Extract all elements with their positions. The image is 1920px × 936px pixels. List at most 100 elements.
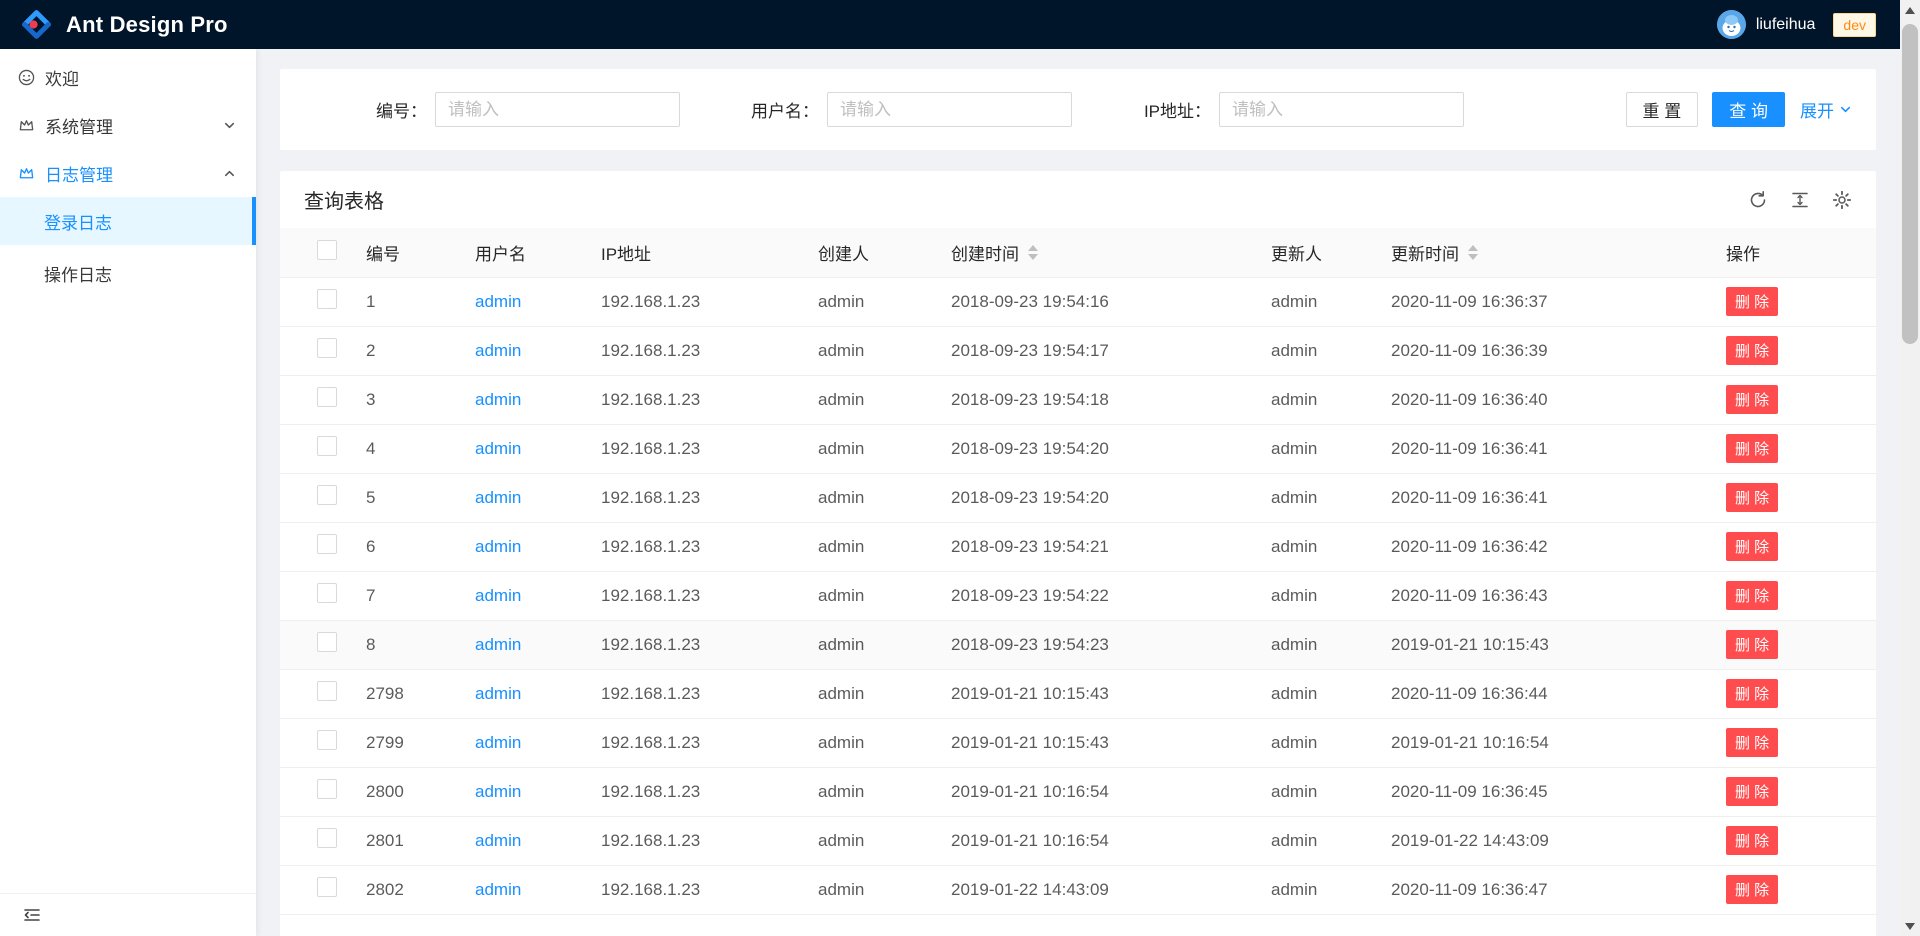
- username-link[interactable]: admin: [475, 439, 521, 458]
- app-header: Ant Design Pro liufeihua dev: [0, 0, 1900, 49]
- cell-ip: 192.168.1.23: [585, 277, 802, 326]
- delete-button[interactable]: 删 除: [1726, 532, 1778, 561]
- delete-button[interactable]: 删 除: [1726, 434, 1778, 463]
- row-checkbox[interactable]: [317, 338, 337, 358]
- cell-ip: 192.168.1.23: [585, 816, 802, 865]
- scrollbar-down-icon[interactable]: [1900, 916, 1920, 936]
- cell-id: 2798: [350, 669, 459, 718]
- sidebar-item-system-management[interactable]: 系统管理: [0, 105, 256, 145]
- delete-button[interactable]: 删 除: [1726, 336, 1778, 365]
- cell-id: 4: [350, 424, 459, 473]
- delete-button[interactable]: 删 除: [1726, 728, 1778, 757]
- cell-ip: 192.168.1.23: [585, 767, 802, 816]
- sort-carets-icon[interactable]: [1468, 245, 1478, 260]
- delete-button[interactable]: 删 除: [1726, 630, 1778, 659]
- density-icon[interactable]: [1790, 190, 1810, 210]
- sidebar-collapse-button[interactable]: [0, 893, 256, 936]
- column-header-updated-time[interactable]: 更新时间: [1375, 228, 1710, 277]
- cell-updater: admin: [1255, 571, 1375, 620]
- table-row: 2801 admin 192.168.1.23 admin 2019-01-21…: [280, 816, 1876, 865]
- sidebar-item-operation-log[interactable]: 操作日志: [0, 249, 256, 297]
- table-row: 3 admin 192.168.1.23 admin 2018-09-23 19…: [280, 375, 1876, 424]
- cell-created-time: 2019-01-21 10:15:43: [935, 669, 1255, 718]
- cell-ip: 192.168.1.23: [585, 718, 802, 767]
- delete-button[interactable]: 删 除: [1726, 875, 1778, 904]
- user-avatar[interactable]: [1717, 10, 1746, 39]
- username-link[interactable]: admin: [475, 537, 521, 556]
- username-link[interactable]: admin: [475, 831, 521, 850]
- username-link[interactable]: admin: [475, 341, 521, 360]
- username-link[interactable]: admin: [475, 390, 521, 409]
- app-logo[interactable]: Ant Design Pro: [20, 8, 228, 41]
- username-link[interactable]: admin: [475, 684, 521, 703]
- cell-creator: admin: [802, 326, 935, 375]
- row-checkbox[interactable]: [317, 534, 337, 554]
- username-link[interactable]: admin: [475, 586, 521, 605]
- username-field[interactable]: [827, 92, 1072, 127]
- row-checkbox[interactable]: [317, 877, 337, 897]
- sidebar-item-welcome[interactable]: 欢迎: [0, 57, 256, 97]
- delete-button[interactable]: 删 除: [1726, 483, 1778, 512]
- table-row: 5 admin 192.168.1.23 admin 2018-09-23 19…: [280, 473, 1876, 522]
- delete-button[interactable]: 删 除: [1726, 777, 1778, 806]
- row-checkbox[interactable]: [317, 387, 337, 407]
- username[interactable]: liufeihua: [1756, 16, 1816, 34]
- cell-updated-time: 2020-11-09 16:36:45: [1375, 767, 1710, 816]
- row-checkbox[interactable]: [317, 828, 337, 848]
- expand-button[interactable]: 展开: [1800, 97, 1852, 122]
- table-row: 2802 admin 192.168.1.23 admin 2019-01-22…: [280, 865, 1876, 914]
- cell-creator: admin: [802, 424, 935, 473]
- delete-button[interactable]: 删 除: [1726, 679, 1778, 708]
- sidebar-item-login-log[interactable]: 登录日志: [0, 197, 256, 245]
- row-checkbox[interactable]: [317, 583, 337, 603]
- cell-updater: admin: [1255, 620, 1375, 669]
- row-checkbox[interactable]: [317, 632, 337, 652]
- reset-button[interactable]: 重 置: [1626, 92, 1699, 127]
- main-content: 编号： 用户名： IP地址： 重 置 查 询 展开 查询表格: [256, 49, 1900, 936]
- row-checkbox[interactable]: [317, 681, 337, 701]
- cell-ip: 192.168.1.23: [585, 473, 802, 522]
- row-checkbox[interactable]: [317, 289, 337, 309]
- ip-field[interactable]: [1219, 92, 1464, 127]
- delete-button[interactable]: 删 除: [1726, 581, 1778, 610]
- query-button[interactable]: 查 询: [1712, 92, 1785, 127]
- delete-button[interactable]: 删 除: [1726, 826, 1778, 855]
- cell-updater: admin: [1255, 424, 1375, 473]
- sort-carets-icon[interactable]: [1028, 245, 1038, 260]
- cell-updated-time: 2020-11-09 16:36:42: [1375, 522, 1710, 571]
- username-link[interactable]: admin: [475, 880, 521, 899]
- username-link[interactable]: admin: [475, 635, 521, 654]
- cell-updated-time: 2020-11-09 16:36:39: [1375, 326, 1710, 375]
- delete-button[interactable]: 删 除: [1726, 385, 1778, 414]
- scrollbar-up-icon[interactable]: [1900, 0, 1920, 20]
- username-link[interactable]: admin: [475, 488, 521, 507]
- username-link[interactable]: admin: [475, 292, 521, 311]
- row-checkbox[interactable]: [317, 485, 337, 505]
- page-scrollbar[interactable]: [1900, 0, 1920, 936]
- scrollbar-thumb[interactable]: [1902, 24, 1918, 344]
- sidebar-item-log-management[interactable]: 日志管理: [0, 153, 256, 193]
- cell-updated-time: 2020-11-09 16:36:41: [1375, 424, 1710, 473]
- username-link[interactable]: admin: [475, 782, 521, 801]
- cell-updater: admin: [1255, 865, 1375, 914]
- field-username: 用户名：: [696, 92, 1072, 127]
- delete-button[interactable]: 删 除: [1726, 287, 1778, 316]
- row-checkbox[interactable]: [317, 779, 337, 799]
- row-checkbox[interactable]: [317, 436, 337, 456]
- cell-updated-time: 2020-11-09 16:36:41: [1375, 473, 1710, 522]
- cell-id: 2: [350, 326, 459, 375]
- row-checkbox[interactable]: [317, 730, 337, 750]
- chevron-down-icon: [223, 119, 236, 132]
- settings-gear-icon[interactable]: [1832, 190, 1852, 210]
- cell-creator: admin: [802, 669, 935, 718]
- username-link[interactable]: admin: [475, 733, 521, 752]
- cell-updater: admin: [1255, 767, 1375, 816]
- column-header-created-time[interactable]: 创建时间: [935, 228, 1255, 277]
- cell-ip: 192.168.1.23: [585, 865, 802, 914]
- reload-icon[interactable]: [1748, 190, 1768, 210]
- id-field[interactable]: [435, 92, 680, 127]
- select-all-checkbox[interactable]: [317, 240, 337, 260]
- cell-creator: admin: [802, 865, 935, 914]
- id-field-label: 编号：: [304, 97, 435, 122]
- cell-updated-time: 2020-11-09 16:36:47: [1375, 865, 1710, 914]
